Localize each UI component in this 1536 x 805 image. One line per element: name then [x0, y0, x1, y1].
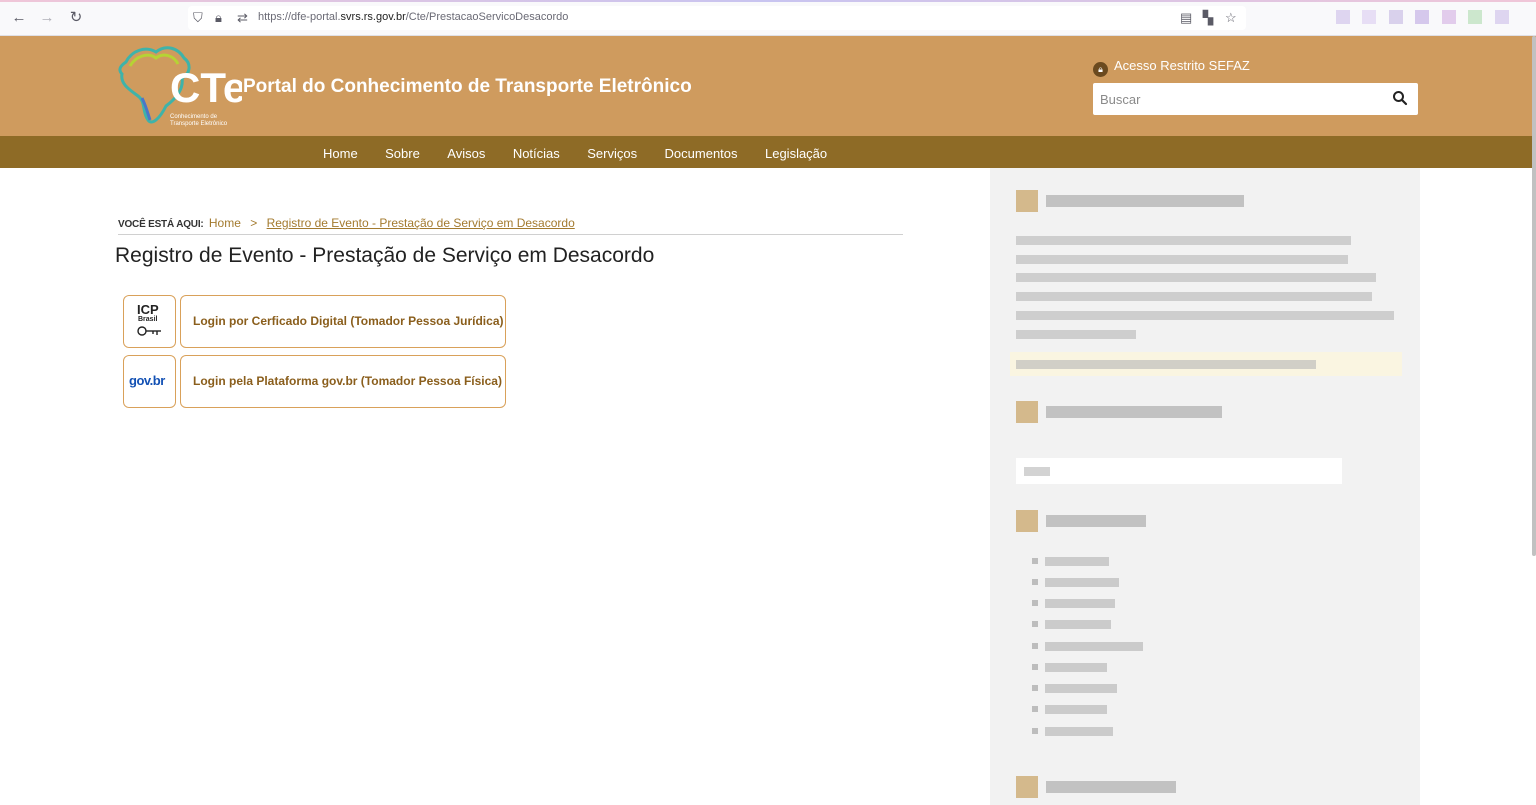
sidebar-text-line	[1016, 236, 1351, 245]
extension-icon[interactable]	[1468, 10, 1483, 24]
extension-icon[interactable]	[1388, 10, 1403, 24]
restricted-access-label: Acesso Restrito SEFAZ	[1114, 58, 1250, 73]
breadcrumb-home-link[interactable]: Home	[209, 216, 241, 230]
breadcrumb-label: VOCÊ ESTÁ AQUI:	[118, 219, 204, 230]
extension-icon[interactable]	[1441, 10, 1456, 24]
govbr-login-button[interactable]: Login pela Plataforma gov.br (Tomador Pe…	[180, 355, 506, 408]
sidebar-text-line	[1016, 255, 1348, 264]
nav-item-noticias[interactable]: Notícias	[513, 146, 560, 161]
search-icon[interactable]	[1392, 90, 1408, 106]
restricted-access-link[interactable]: 🔒︎ Acesso Restrito SEFAZ	[1093, 58, 1250, 77]
url-text[interactable]: https://dfe-portal.svrs.rs.gov.br/Cte/Pr…	[258, 11, 568, 23]
sidebar-heading-text	[1046, 195, 1244, 207]
brazil-map-icon: CTe Conhecimento de Transporte Eletrônic…	[118, 46, 246, 127]
sidebar-heading-icon	[1016, 190, 1038, 212]
sidebar-highlight-box[interactable]	[1010, 352, 1402, 376]
nav-item-legislacao[interactable]: Legislação	[765, 146, 827, 161]
reader-view-icon[interactable]: ▤	[1180, 10, 1192, 26]
browser-accent-line	[0, 0, 1536, 2]
logo-subtitle: Conhecimento de	[170, 114, 218, 120]
back-arrow-icon[interactable]: ←	[10, 9, 28, 27]
icp-label: ICP	[137, 302, 159, 317]
shield-icon[interactable]: ⛉	[193, 10, 203, 26]
main-nav: Home Sobre Avisos Notícias Serviços Docu…	[0, 136, 1536, 168]
url-domain: svrs.rs.gov.br	[340, 11, 406, 23]
nav-item-home[interactable]: Home	[323, 146, 358, 161]
sidebar	[990, 168, 1420, 805]
sidebar-highlight-text	[1016, 360, 1316, 369]
extension-icon[interactable]	[1362, 10, 1377, 24]
reload-icon[interactable]: ↻	[67, 9, 85, 27]
extension-icon[interactable]	[1415, 10, 1430, 24]
icp-brasil-icon[interactable]: ICP Brasil	[123, 295, 176, 348]
logo-subtitle-2: Transporte Eletrônico	[170, 121, 228, 127]
nav-item-servicos[interactable]: Serviços	[587, 146, 637, 161]
lock-icon: 🔒︎	[1093, 62, 1108, 77]
site-header: CTe Conhecimento de Transporte Eletrônic…	[0, 36, 1536, 136]
address-bar[interactable]: ⛉ 🔒︎ ⇄ https://dfe-portal.svrs.rs.gov.br…	[188, 6, 1246, 30]
extensions-area	[1336, 10, 1526, 26]
forward-arrow-icon[interactable]: →	[38, 9, 56, 27]
sidebar-text-line	[1016, 311, 1394, 320]
nav-item-documentos[interactable]: Documentos	[665, 146, 738, 161]
govbr-logo-icon[interactable]: gov.br	[123, 355, 176, 408]
breadcrumb-separator: >	[250, 216, 258, 230]
nav-item-sobre[interactable]: Sobre	[385, 146, 420, 161]
logo-text: CTe	[170, 64, 242, 111]
sidebar-heading-text	[1046, 515, 1146, 527]
permissions-icon[interactable]: ⇄	[237, 10, 248, 26]
url-path: /Cte/PrestacaoServicoDesacordo	[405, 11, 569, 23]
icp-brasil-label: Brasil	[138, 316, 158, 323]
nav-item-avisos[interactable]: Avisos	[447, 146, 485, 161]
icp-login-button[interactable]: Login por Cerficado Digital (Tomador Pes…	[180, 295, 506, 348]
extension-icon[interactable]	[1336, 10, 1350, 24]
extension-icon[interactable]	[1494, 10, 1509, 24]
key-icon	[137, 326, 161, 336]
site-title: Portal do Conhecimento de Transporte Ele…	[243, 76, 692, 97]
sidebar-text-line	[1016, 330, 1136, 339]
url-prefix: https://dfe-portal.	[258, 11, 341, 23]
breadcrumb-current-link[interactable]: Registro de Evento - Prestação de Serviç…	[267, 216, 575, 230]
sidebar-heading-icon	[1016, 776, 1038, 798]
sidebar-select-value	[1024, 467, 1050, 476]
sidebar-heading-icon	[1016, 401, 1038, 423]
lock-icon[interactable]: 🔒︎	[215, 10, 222, 26]
search-input[interactable]	[1093, 83, 1383, 115]
page-scrollbar[interactable]	[1532, 36, 1536, 556]
page-title: Registro de Evento - Prestação de Serviç…	[115, 244, 655, 267]
cte-logo[interactable]: CTe Conhecimento de Transporte Eletrônic…	[112, 40, 246, 132]
sidebar-text-line	[1016, 292, 1372, 301]
qr-code-icon[interactable]: ▚	[1203, 10, 1213, 26]
govbr-logo-text: gov.br	[129, 373, 165, 388]
bookmark-star-icon[interactable]: ☆	[1225, 10, 1237, 26]
sidebar-select[interactable]	[1016, 458, 1342, 484]
search-box	[1093, 83, 1418, 115]
breadcrumb: VOCÊ ESTÁ AQUI: Home > Registro de Event…	[118, 216, 903, 235]
sidebar-heading-text	[1046, 406, 1222, 418]
sidebar-text-line	[1016, 273, 1376, 282]
browser-toolbar: ← → ↻ ⛉ 🔒︎ ⇄ https://dfe-portal.svrs.rs.…	[0, 0, 1536, 36]
sidebar-heading-icon	[1016, 510, 1038, 532]
sidebar-heading-text	[1046, 781, 1176, 793]
